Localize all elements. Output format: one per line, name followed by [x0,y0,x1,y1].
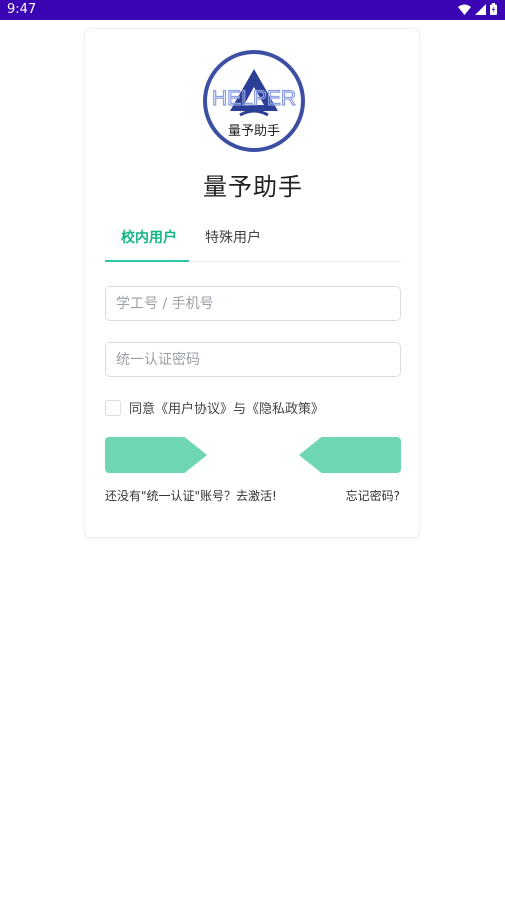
status-bar: 9:47 [0,0,505,20]
app-logo: HELPER 量予助手 [203,50,305,152]
login-button-right-half[interactable] [299,437,401,473]
login-card: HELPER 量予助手 量予助手 校内用户 特殊用户 同意《用户协议》与《隐私政… [84,28,420,538]
wifi-icon [458,4,471,15]
agreement-row: 同意《用户协议》与《隐私政策》 [105,398,324,417]
app-title: 量予助手 [203,173,303,201]
tab-campus-user[interactable]: 校内用户 [121,227,177,247]
tab-special-user[interactable]: 特殊用户 [205,227,261,247]
username-input[interactable] [105,286,401,321]
agreement-checkbox[interactable] [105,399,121,416]
battery-icon [490,3,497,15]
activate-account-link[interactable]: 还没有"统一认证"账号？去激活! [105,487,277,504]
logo-caption: 量予助手 [228,124,280,139]
password-input[interactable] [105,342,401,377]
login-button-left-half[interactable] [105,437,207,473]
agreement-text[interactable]: 同意《用户协议》与《隐私政策》 [129,398,324,417]
forgot-password-link[interactable]: 忘记密码? [346,487,400,504]
status-time: 9:47 [7,2,37,17]
signal-icon [475,3,486,15]
status-icons [458,3,497,15]
user-type-tabs: 校内用户 特殊用户 [105,221,401,262]
logo-helper-text: HELPER [212,87,296,110]
active-tab-indicator [105,260,189,262]
